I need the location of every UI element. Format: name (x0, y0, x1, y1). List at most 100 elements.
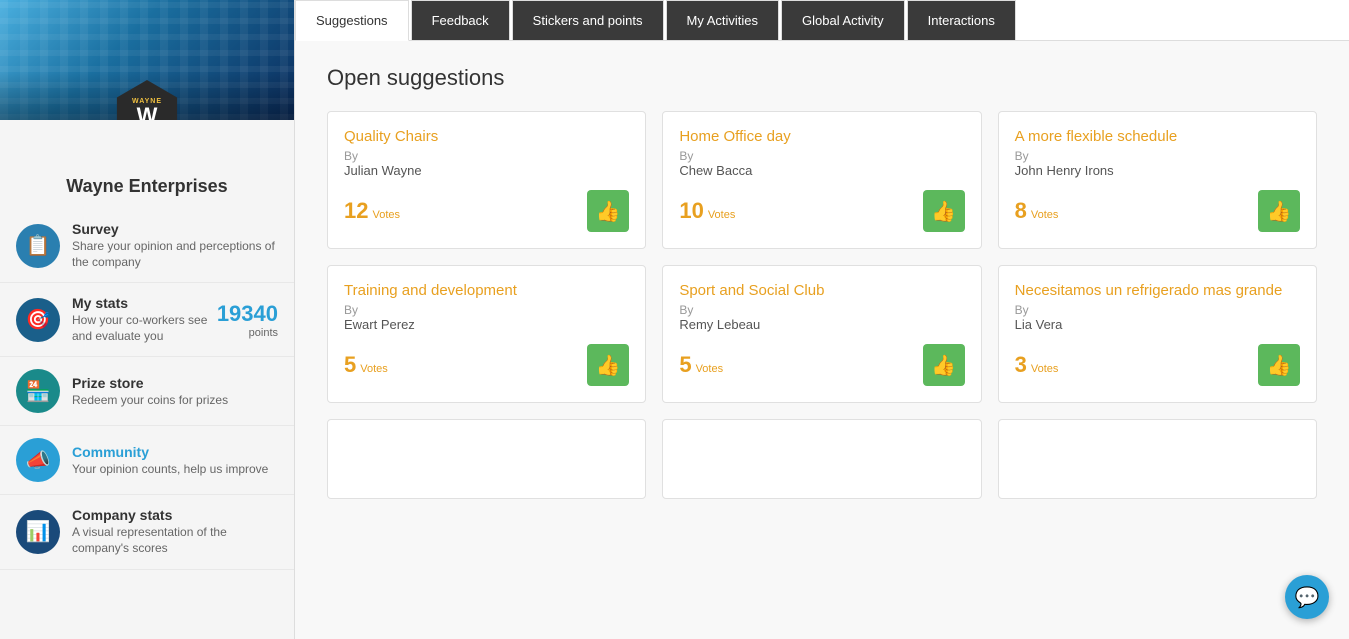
survey-title: Survey (72, 221, 278, 237)
sidebar-menu: 📋 Survey Share your opinion and percepti… (0, 209, 294, 586)
prize-store-desc: Redeem your coins for prizes (72, 393, 278, 409)
card-title: Sport and Social Club (679, 282, 964, 299)
vote-count: 5 (679, 352, 691, 378)
suggestion-card[interactable]: Training and development By Ewart Perez … (327, 265, 646, 403)
vote-button[interactable]: 👍 (1258, 344, 1300, 386)
survey-icon: 📋 (16, 224, 60, 268)
thumbs-up-icon: 👍 (931, 353, 956, 378)
vote-button[interactable]: 👍 (587, 344, 629, 386)
vote-button[interactable]: 👍 (587, 190, 629, 232)
card-title: Quality Chairs (344, 128, 629, 145)
card-author: Julian Wayne (344, 163, 629, 178)
card-footer: 10 Votes 👍 (679, 178, 964, 232)
tab-stickers[interactable]: Stickers and points (512, 0, 664, 40)
chat-button[interactable]: 💬 (1285, 575, 1329, 619)
sidebar-item-community[interactable]: 📣 Community Your opinion counts, help us… (0, 426, 294, 495)
card-author: John Henry Irons (1015, 163, 1300, 178)
vote-count-area: 8 Votes (1015, 198, 1059, 224)
prize-store-icon: 🏪 (16, 369, 60, 413)
thumbs-up-icon: 👍 (596, 199, 621, 224)
vote-label: Votes (696, 363, 724, 375)
vote-count-area: 5 Votes (679, 352, 723, 378)
company-name: Wayne Enterprises (0, 168, 294, 209)
company-stats-title: Company stats (72, 507, 278, 523)
sidebar-header: WAYNE W ENTERPRISES (0, 0, 294, 120)
page-body: Open suggestions Quality Chairs By Julia… (295, 41, 1349, 639)
vote-count: 3 (1015, 352, 1027, 378)
card-footer: 5 Votes 👍 (344, 332, 629, 386)
card-author: Ewart Perez (344, 317, 629, 332)
my-stats-icon: 🎯 (16, 298, 60, 342)
points-value: 19340 (217, 301, 278, 327)
vote-count: 5 (344, 352, 356, 378)
suggestion-card[interactable]: Sport and Social Club By Remy Lebeau 5 V… (662, 265, 981, 403)
main-content: Suggestions Feedback Stickers and points… (295, 0, 1349, 639)
vote-label: Votes (708, 209, 736, 221)
vote-count-area: 5 Votes (344, 352, 388, 378)
card-author: Chew Bacca (679, 163, 964, 178)
chat-icon: 💬 (1295, 585, 1320, 610)
card-footer: 8 Votes 👍 (1015, 178, 1300, 232)
points-container: 19340 points (217, 301, 278, 339)
tab-interactions[interactable]: Interactions (907, 0, 1016, 40)
company-stats-desc: A visual representation of the company's… (72, 525, 278, 556)
thumbs-up-icon: 👍 (1267, 353, 1292, 378)
sidebar-item-my-stats[interactable]: 🎯 My stats How your co-workers see and e… (0, 283, 294, 357)
survey-content: Survey Share your opinion and perception… (72, 221, 278, 270)
tabs-bar: Suggestions Feedback Stickers and points… (295, 0, 1349, 41)
suggestion-card[interactable]: Necesitamos un refrigerado mas grande By… (998, 265, 1317, 403)
vote-label: Votes (1031, 209, 1059, 221)
my-stats-desc: How your co-workers see and evaluate you (72, 313, 217, 344)
suggestion-card[interactable] (327, 419, 646, 499)
card-by: By (1015, 303, 1300, 317)
prize-store-title: Prize store (72, 375, 278, 391)
vote-count: 10 (679, 198, 703, 224)
vote-count-area: 12 Votes (344, 198, 400, 224)
vote-button[interactable]: 👍 (923, 190, 965, 232)
vote-count-area: 3 Votes (1015, 352, 1059, 378)
card-by: By (344, 303, 629, 317)
sidebar-item-company-stats[interactable]: 📊 Company stats A visual representation … (0, 495, 294, 569)
points-label: points (217, 327, 278, 339)
tab-activities[interactable]: My Activities (666, 0, 780, 40)
community-content: Community Your opinion counts, help us i… (72, 444, 278, 478)
tab-feedback[interactable]: Feedback (411, 0, 510, 40)
tab-suggestions[interactable]: Suggestions (295, 0, 409, 41)
suggestions-grid: Quality Chairs By Julian Wayne 12 Votes … (327, 111, 1317, 499)
vote-label: Votes (372, 209, 400, 221)
suggestion-card[interactable]: Quality Chairs By Julian Wayne 12 Votes … (327, 111, 646, 249)
suggestion-card[interactable]: Home Office day By Chew Bacca 10 Votes 👍 (662, 111, 981, 249)
card-author: Lia Vera (1015, 317, 1300, 332)
vote-label: Votes (1031, 363, 1059, 375)
suggestion-card[interactable] (998, 419, 1317, 499)
card-title: A more flexible schedule (1015, 128, 1300, 145)
card-by: By (1015, 149, 1300, 163)
sidebar: WAYNE W ENTERPRISES Wayne Enterprises 📋 … (0, 0, 295, 639)
community-desc: Your opinion counts, help us improve (72, 462, 278, 478)
card-footer: 12 Votes 👍 (344, 178, 629, 232)
suggestion-card[interactable]: A more flexible schedule By John Henry I… (998, 111, 1317, 249)
sidebar-item-survey[interactable]: 📋 Survey Share your opinion and percepti… (0, 209, 294, 283)
vote-button[interactable]: 👍 (923, 344, 965, 386)
sidebar-item-prize-store[interactable]: 🏪 Prize store Redeem your coins for priz… (0, 357, 294, 426)
thumbs-up-icon: 👍 (931, 199, 956, 224)
logo-w: W (137, 105, 158, 121)
vote-label: Votes (360, 363, 388, 375)
card-title: Necesitamos un refrigerado mas grande (1015, 282, 1300, 299)
card-title: Home Office day (679, 128, 964, 145)
vote-button[interactable]: 👍 (1258, 190, 1300, 232)
card-footer: 3 Votes 👍 (1015, 332, 1300, 386)
my-stats-content: My stats How your co-workers see and eva… (72, 295, 217, 344)
my-stats-title: My stats (72, 295, 217, 311)
card-by: By (679, 303, 964, 317)
vote-count: 8 (1015, 198, 1027, 224)
tab-global[interactable]: Global Activity (781, 0, 905, 40)
card-title: Training and development (344, 282, 629, 299)
prize-store-content: Prize store Redeem your coins for prizes (72, 375, 278, 409)
vote-count: 12 (344, 198, 368, 224)
card-by: By (679, 149, 964, 163)
suggestion-card[interactable] (662, 419, 981, 499)
thumbs-up-icon: 👍 (1267, 199, 1292, 224)
card-by: By (344, 149, 629, 163)
company-stats-icon: 📊 (16, 510, 60, 554)
